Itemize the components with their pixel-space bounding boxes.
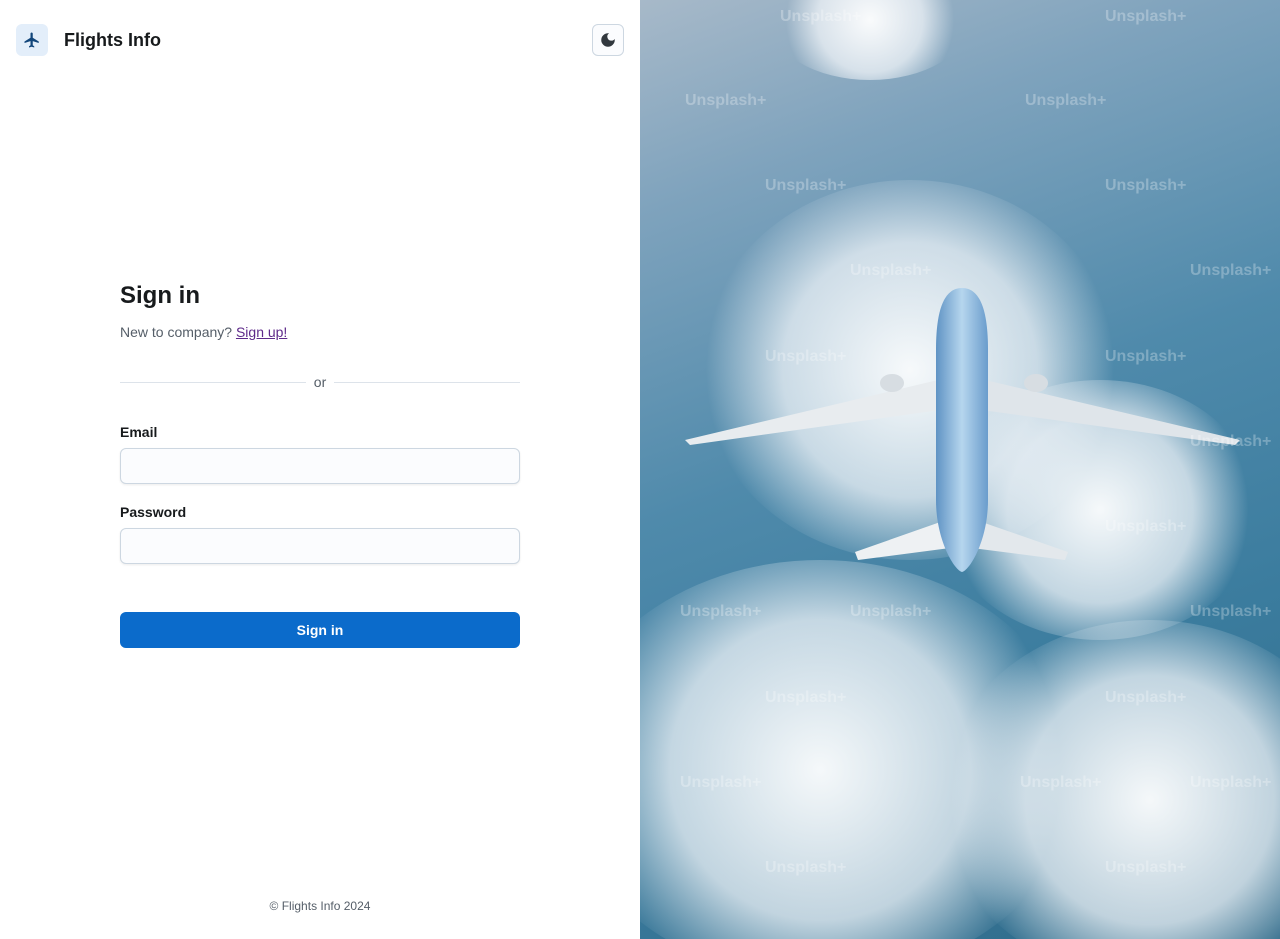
watermark-text: Unsplash+ [1025, 92, 1107, 109]
or-divider: or [120, 374, 521, 390]
theme-toggle-button[interactable] [592, 24, 624, 56]
watermark-text: Unsplash+ [780, 8, 862, 25]
watermark-text: Unsplash+ [1020, 774, 1102, 791]
signup-link[interactable]: Sign up! [236, 324, 287, 340]
watermark-text: Unsplash+ [1105, 348, 1187, 365]
brand-logo [16, 24, 48, 56]
watermark-text: Unsplash+ [685, 92, 767, 109]
watermark-text: Unsplash+ [1105, 518, 1187, 535]
divider-text: or [313, 374, 327, 390]
watermark-text: Unsplash+ [850, 603, 932, 620]
watermark-text: Unsplash+ [1105, 177, 1187, 194]
watermark-text: Unsplash+ [680, 774, 762, 791]
watermark-text: Unsplash+ [1105, 689, 1187, 706]
watermark-text: Unsplash+ [1190, 603, 1272, 620]
divider-line-left [120, 381, 306, 383]
watermark-text: Unsplash+ [1190, 774, 1272, 791]
watermark-text: Unsplash+ [1190, 433, 1272, 450]
watermark-text: Unsplash+ [1105, 8, 1187, 25]
signup-prompt-text: New to company? [120, 324, 233, 340]
watermark-text: Unsplash+ [765, 177, 847, 194]
airplane-illustration [685, 288, 1240, 572]
watermark-text: Unsplash+ [765, 859, 847, 876]
password-label: Password [120, 504, 187, 520]
hero-image: Unsplash+ Unsplash+ Unsplash+ Unsplash+ … [640, 0, 1280, 939]
watermark-text: Unsplash+ [680, 603, 762, 620]
email-label: Email [120, 424, 158, 440]
watermark-text: Unsplash+ [765, 689, 847, 706]
watermark-text: Unsplash+ [850, 262, 932, 279]
moon-icon [601, 33, 615, 47]
divider-line-right [334, 381, 521, 383]
sign-in-button[interactable]: Sign in [120, 612, 520, 648]
footer-copyright: © Flights Info 2024 [269, 899, 371, 913]
email-field[interactable] [120, 448, 520, 484]
app-title: Flights Info [64, 30, 161, 50]
password-field[interactable] [120, 528, 520, 564]
airplane-icon [24, 32, 39, 48]
sign-in-form: Sign in New to company? Sign up! or Emai… [120, 280, 521, 648]
watermark-text: Unsplash+ [765, 348, 847, 365]
page-title: Sign in [120, 282, 200, 309]
sign-in-panel: Flights Info Sign in New to company? Sig… [0, 0, 640, 939]
signup-prompt: New to company? Sign up! [120, 322, 520, 342]
watermark-text: Unsplash+ [1190, 262, 1272, 279]
watermark-text: Unsplash+ [1105, 859, 1187, 876]
